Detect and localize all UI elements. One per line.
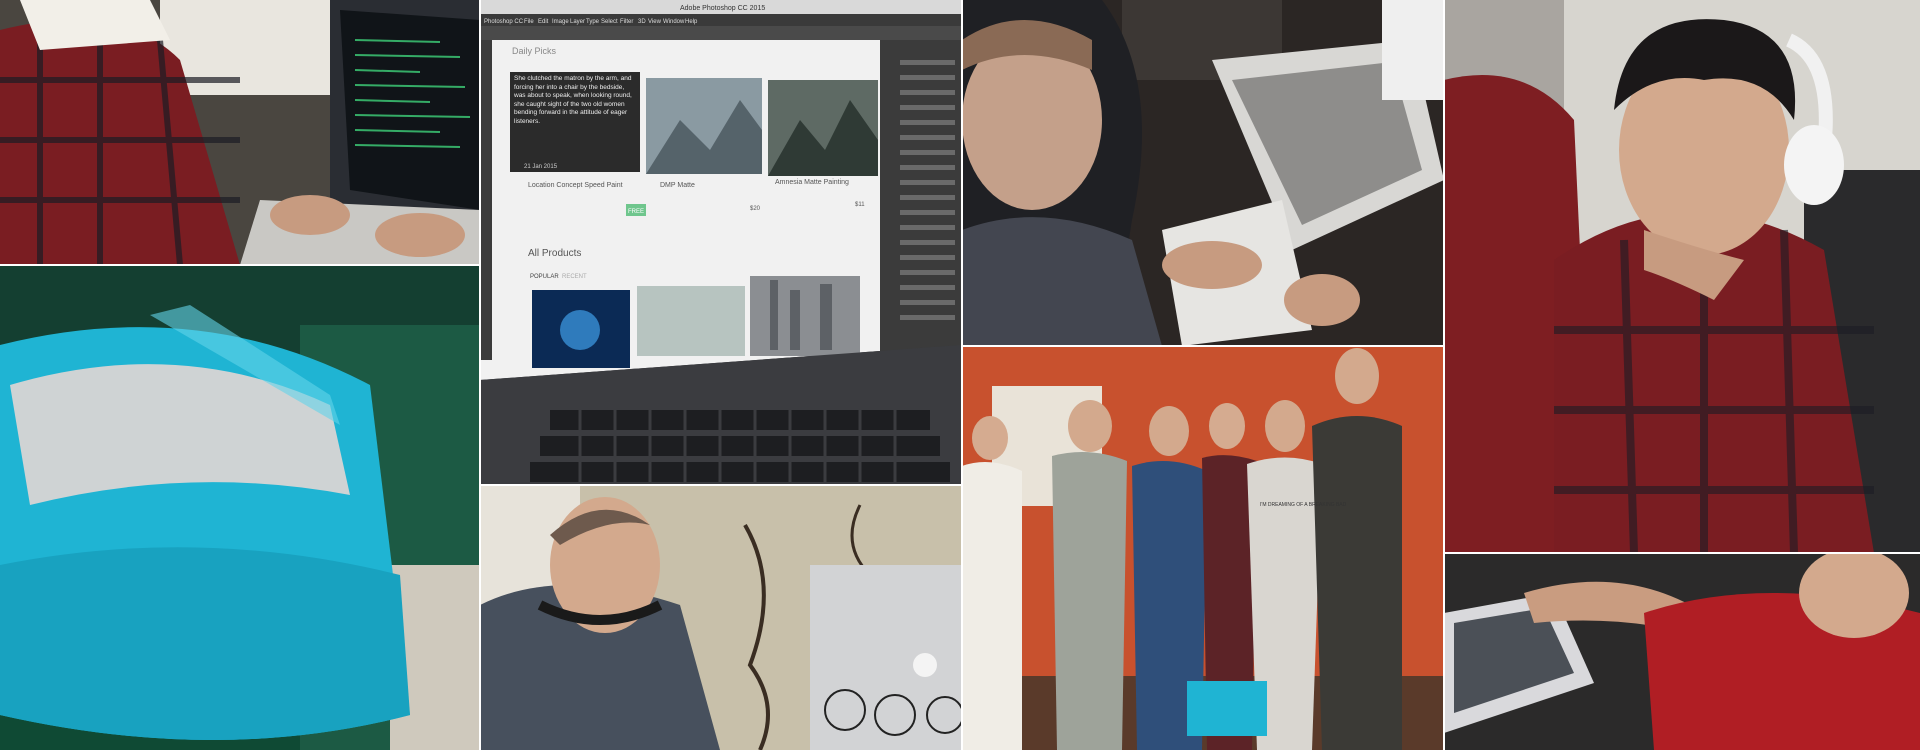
- ps-menu-9: View: [648, 19, 662, 25]
- ps-menu-7: Filter: [620, 19, 633, 25]
- man-macbook-image: [480, 485, 962, 750]
- team-group-image: I'M DREAMING OF A BREAKING BAD: [962, 346, 1444, 750]
- separator-horizontal-3: [962, 345, 1444, 347]
- ps-menu-1: File: [524, 19, 534, 25]
- ps-card-price-0: FREE: [628, 209, 644, 215]
- ps-filter-popular: POPULAR: [530, 274, 559, 280]
- photo-photoshop-laptop: Adobe Photoshop CC 2015 Photoshop CC Fil…: [480, 0, 962, 485]
- man-red-shirt-image: [1444, 553, 1920, 750]
- ps-card-title-1: DMP Matte: [660, 182, 695, 189]
- ps-menu-0: Photoshop CC: [484, 19, 524, 25]
- ps-section-heading: Daily Picks: [512, 46, 557, 56]
- ps-filter-recent: RECENT: [562, 274, 587, 280]
- ps-products-heading: All Products: [528, 248, 581, 259]
- separator-vertical-1: [479, 0, 481, 750]
- separator-horizontal-1: [0, 264, 480, 266]
- ps-menu-3: Image: [552, 19, 569, 25]
- ps-menu-8: 3D: [638, 19, 646, 25]
- photo-developer-laptop-plaid: [0, 0, 480, 265]
- ps-quote-text: She clutched the matron by the arm, and …: [514, 75, 632, 125]
- photo-team-group: I'M DREAMING OF A BREAKING BAD: [962, 346, 1444, 750]
- ps-menu-2: Edit: [538, 19, 549, 25]
- developer-headphones-image: [1444, 0, 1920, 553]
- ps-app-title: Adobe Photoshop CC 2015: [680, 5, 765, 12]
- team-tshirt-text: I'M DREAMING OF A BREAKING BAD: [1260, 502, 1347, 508]
- ps-menu-4: Layer: [570, 19, 585, 25]
- ps-menu-10: Window: [663, 19, 685, 25]
- photo-developer-white-laptop: [962, 0, 1444, 346]
- ps-menu-6: Select: [601, 19, 618, 25]
- developer-laptop-plaid-image: [0, 0, 480, 265]
- ps-card-title-2: Amnesia Matte Painting: [775, 179, 849, 186]
- ps-card-price-1: $20: [750, 206, 761, 212]
- separator-vertical-3: [1443, 0, 1445, 750]
- photo-collage: Adobe Photoshop CC 2015 Photoshop CC Fil…: [0, 0, 1920, 750]
- separator-horizontal-4: [1444, 552, 1920, 554]
- cyan-cake-image: [0, 265, 480, 750]
- ps-card-title-0: Location Concept Speed Paint: [528, 182, 623, 189]
- developer-white-laptop-image: [962, 0, 1444, 346]
- separator-horizontal-2: [480, 484, 962, 486]
- photo-man-macbook: [480, 485, 962, 750]
- ps-card-price-2: $11: [855, 202, 865, 208]
- separator-vertical-2: [961, 0, 963, 750]
- photo-developer-headphones: [1444, 0, 1920, 553]
- ps-menu-5: Type: [586, 19, 600, 25]
- photo-man-red-shirt: [1444, 553, 1920, 750]
- photo-cyan-cake: [0, 265, 480, 750]
- photoshop-laptop-image: Adobe Photoshop CC 2015 Photoshop CC Fil…: [480, 0, 962, 485]
- ps-date: 21 Jan 2015: [524, 164, 558, 170]
- ps-menu-11: Help: [685, 19, 698, 25]
